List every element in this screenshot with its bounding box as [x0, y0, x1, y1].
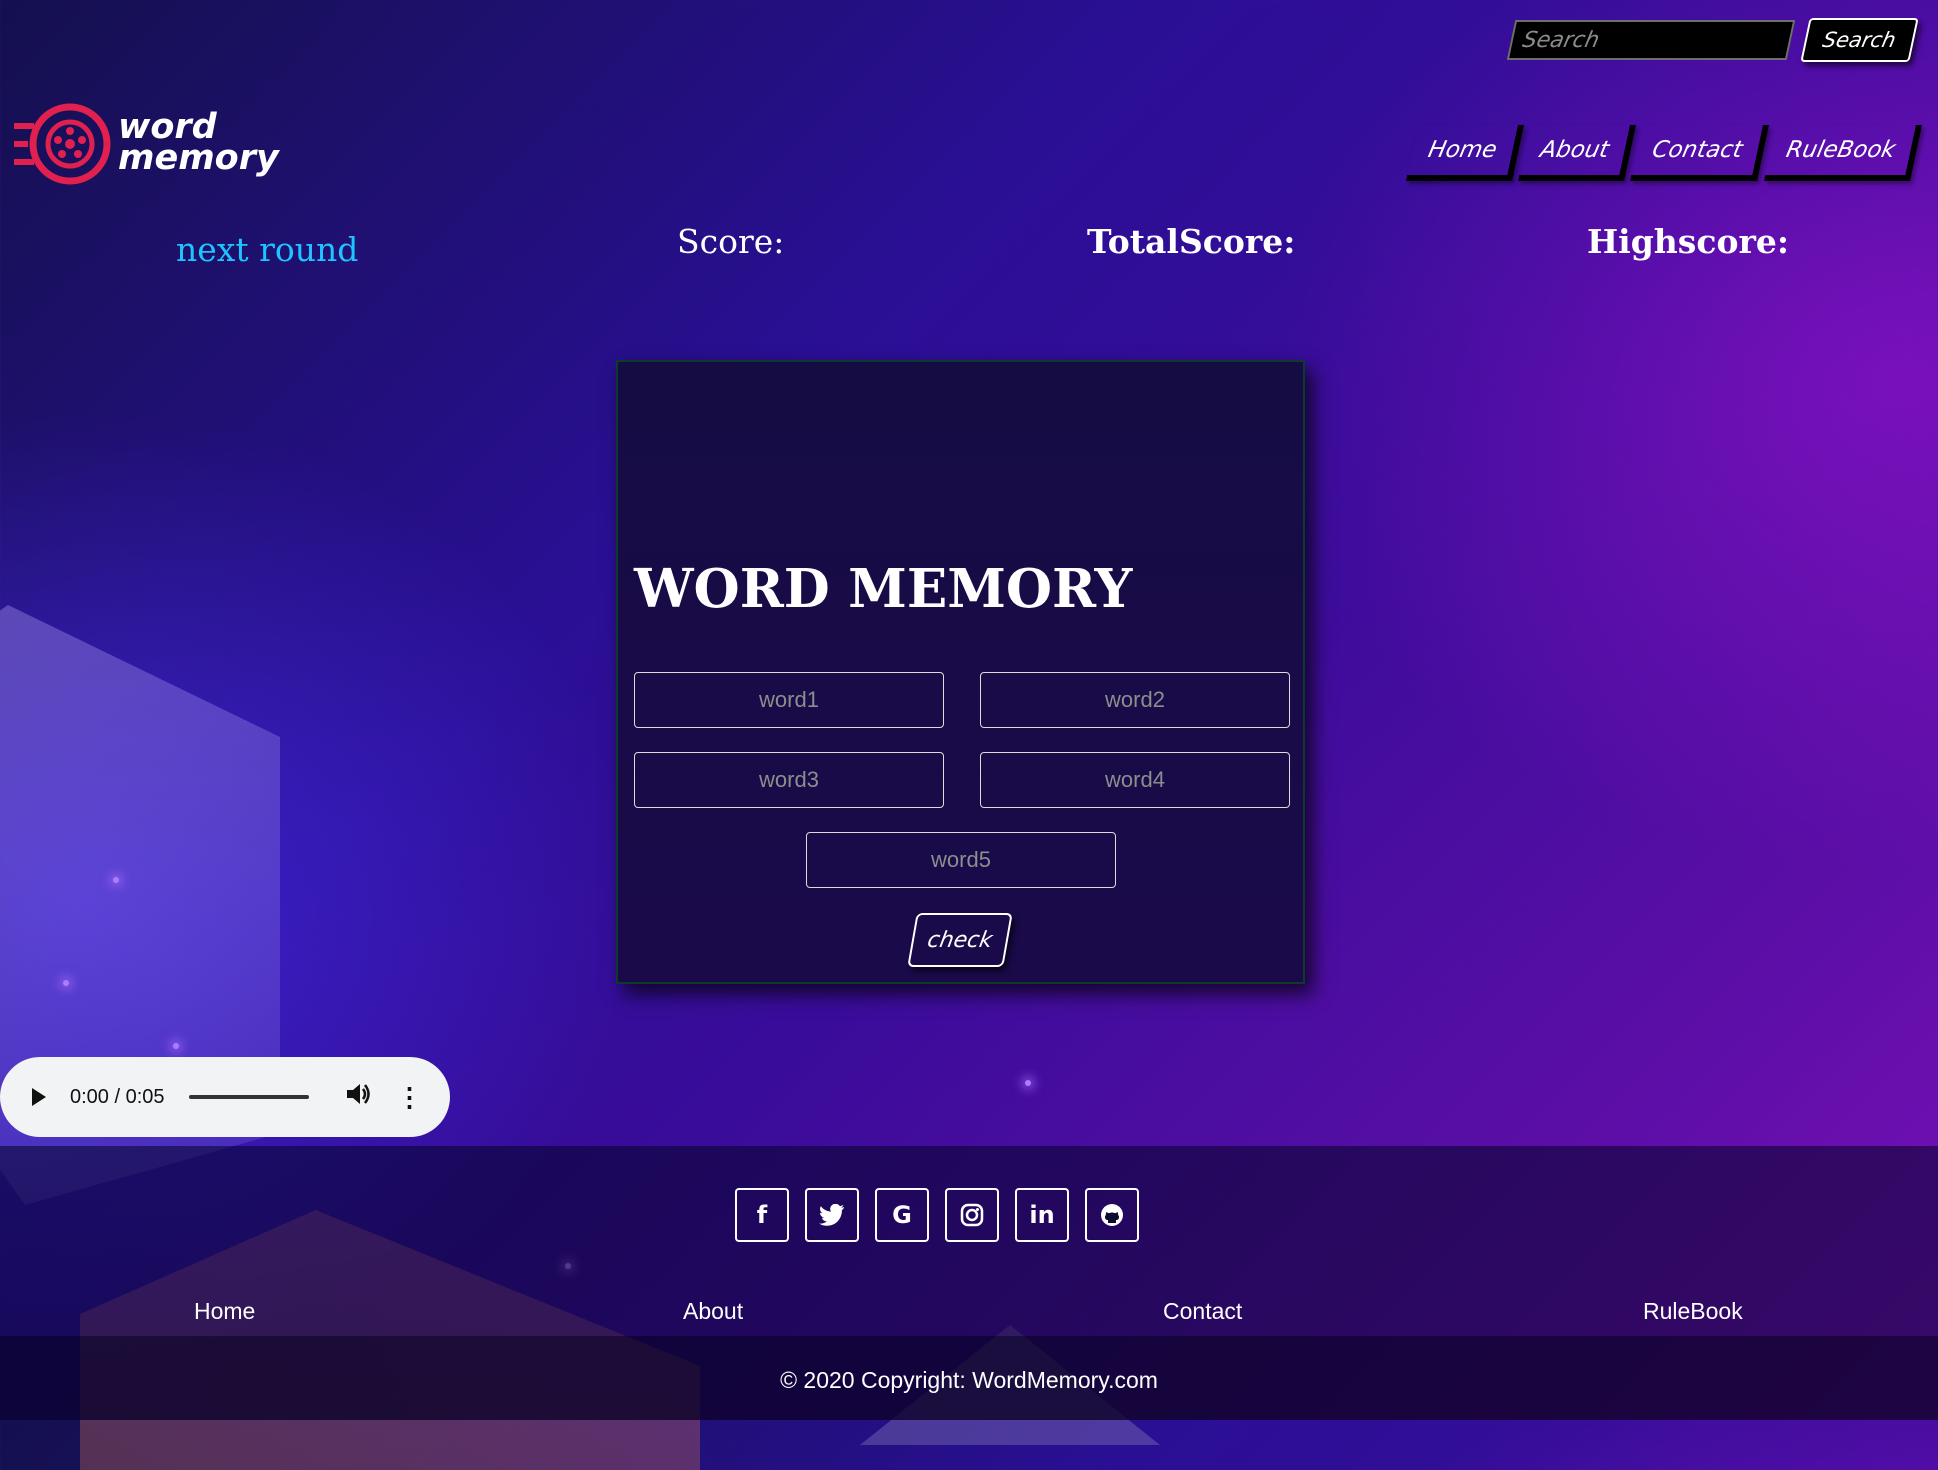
- check-button[interactable]: check: [907, 913, 1013, 967]
- search-button[interactable]: Search: [1800, 18, 1919, 62]
- word-input-3[interactable]: [634, 752, 944, 808]
- nav-contact[interactable]: Contact: [1630, 125, 1770, 181]
- footer-link-home[interactable]: Home: [194, 1298, 255, 1325]
- film-reel-logo-icon: [14, 103, 111, 185]
- total-score-label: TotalScore:: [1087, 222, 1296, 261]
- search-bar: Search: [1507, 18, 1919, 62]
- linkedin-icon[interactable]: in: [1015, 1188, 1069, 1242]
- audio-progress-slider[interactable]: [188, 1095, 309, 1099]
- more-vertical-icon[interactable]: ⋮: [397, 1082, 423, 1113]
- word-input-4[interactable]: [980, 752, 1290, 808]
- word-input-2[interactable]: [980, 672, 1290, 728]
- nav-rulebook[interactable]: RuleBook: [1763, 125, 1922, 181]
- game-title: WORD MEMORY: [634, 558, 1133, 620]
- background-star: [173, 1043, 179, 1049]
- word-input-1[interactable]: [634, 672, 944, 728]
- search-input[interactable]: [1507, 20, 1796, 60]
- social-links: f G in: [735, 1188, 1139, 1242]
- highscore-label: Highscore:: [1587, 222, 1790, 261]
- copyright: © 2020 Copyright: WordMemory.com: [0, 1336, 1938, 1420]
- twitter-icon[interactable]: [805, 1188, 859, 1242]
- instagram-icon[interactable]: [945, 1188, 999, 1242]
- logo-line-memory: memory: [118, 138, 279, 178]
- footer-link-about[interactable]: About: [683, 1298, 743, 1325]
- volume-icon[interactable]: [345, 1082, 371, 1113]
- background-star: [1025, 1080, 1031, 1086]
- nav-home[interactable]: Home: [1406, 125, 1525, 181]
- score-bar: next round Score: TotalScore: Highscore:: [0, 222, 1938, 282]
- facebook-icon[interactable]: f: [735, 1188, 789, 1242]
- footer-link-rulebook[interactable]: RuleBook: [1643, 1298, 1743, 1325]
- play-icon[interactable]: [32, 1088, 46, 1106]
- logo-text: word memory: [118, 109, 279, 178]
- nav-about[interactable]: About: [1518, 125, 1637, 181]
- footer-link-contact[interactable]: Contact: [1163, 1298, 1242, 1325]
- github-icon[interactable]: [1085, 1188, 1139, 1242]
- background-star: [113, 877, 119, 883]
- main-nav: Home About Contact RuleBook: [1406, 125, 1922, 181]
- google-icon[interactable]: G: [875, 1188, 929, 1242]
- score-label: Score:: [677, 222, 785, 261]
- audio-time: 0:00 / 0:05: [70, 1085, 165, 1108]
- next-round-link[interactable]: next round: [176, 230, 358, 269]
- audio-player: 0:00 / 0:05 ⋮: [0, 1057, 450, 1137]
- background-star: [63, 980, 69, 986]
- game-card: WORD MEMORY check: [616, 360, 1305, 984]
- word-input-5[interactable]: [806, 832, 1116, 888]
- logo[interactable]: word memory: [12, 98, 279, 188]
